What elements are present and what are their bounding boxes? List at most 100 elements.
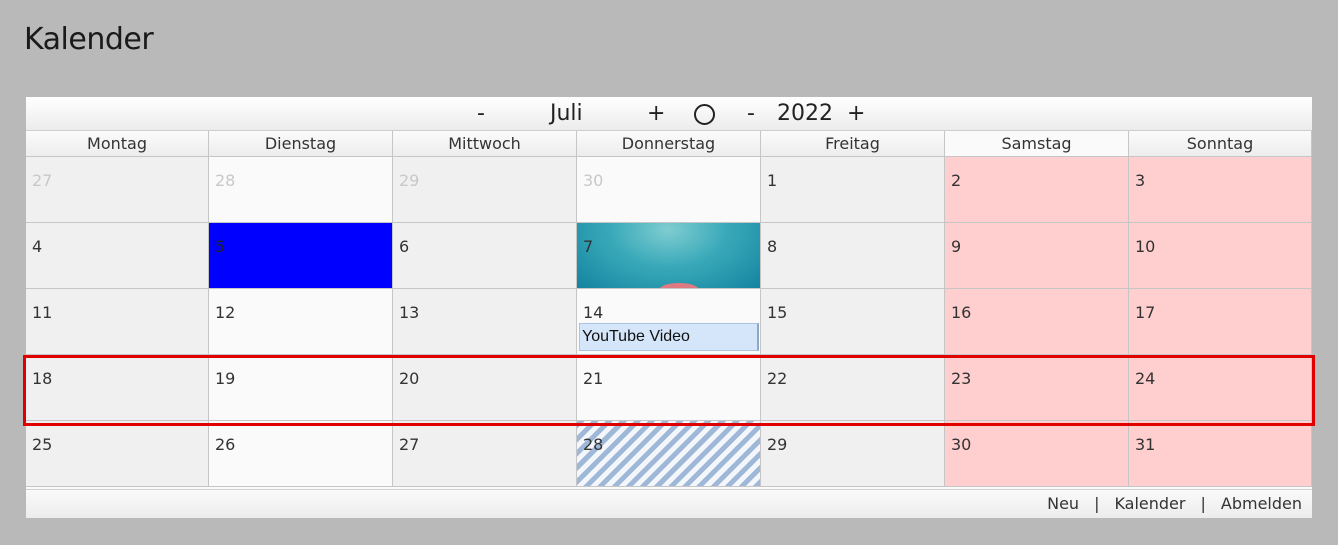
day-cell[interactable]: 8 [761, 223, 945, 288]
day-cell[interactable]: 14 YouTube Video [577, 289, 761, 354]
day-cell-weekend[interactable]: 17 [1129, 289, 1312, 354]
day-cell-other-month[interactable]: 28 [209, 157, 393, 222]
calendar-link[interactable]: Kalender [1114, 494, 1185, 513]
day-cell[interactable]: 25 [26, 421, 209, 486]
new-link[interactable]: Neu [1047, 494, 1079, 513]
day-cell[interactable]: 20 [393, 355, 577, 420]
day-number: 6 [399, 237, 410, 256]
day-cell-weekend[interactable]: 2 [945, 157, 1129, 222]
day-cell-weekend[interactable]: 10 [1129, 223, 1312, 288]
day-number: 30 [583, 171, 604, 190]
day-cell-other-month[interactable]: 30 [577, 157, 761, 222]
day-number: 13 [399, 303, 420, 322]
day-number: 16 [951, 303, 972, 322]
day-number: 17 [1135, 303, 1156, 322]
day-number: 8 [767, 237, 778, 256]
day-cell-blue[interactable]: 5 [209, 223, 393, 288]
calendar: - Juli + - 2022 + Montag Dienstag Mittwo… [26, 97, 1312, 518]
day-number: 22 [767, 369, 788, 388]
calendar-event[interactable]: YouTube Video [579, 323, 759, 351]
day-cell[interactable]: 29 [761, 421, 945, 486]
footer-separator: | [1094, 494, 1100, 513]
day-cell-weekend[interactable]: 31 [1129, 421, 1312, 486]
day-number: 7 [583, 237, 594, 256]
day-number: 15 [767, 303, 788, 322]
day-number: 24 [1135, 369, 1156, 388]
current-year: 2022 [777, 101, 833, 126]
month-year-navigation: - Juli + - 2022 + [26, 97, 1312, 131]
calendar-footer: Neu | Kalender | Abmelden [26, 489, 1312, 518]
day-number: 3 [1135, 171, 1146, 190]
day-number: 29 [767, 435, 788, 454]
weekday-tuesday: Dienstag [209, 131, 393, 157]
day-number: 9 [951, 237, 962, 256]
next-year-button[interactable]: + [847, 101, 865, 127]
weekday-wednesday: Mittwoch [393, 131, 577, 157]
circle-icon[interactable] [694, 104, 715, 125]
day-number: 21 [583, 369, 604, 388]
calendar-week: 27 28 29 30 1 2 3 [26, 157, 1312, 223]
calendar-week: 25 26 27 28 29 30 31 [26, 421, 1312, 487]
day-number: 12 [215, 303, 236, 322]
heart-image [659, 283, 699, 288]
day-cell[interactable]: 26 [209, 421, 393, 486]
weekday-sunday: Sonntag [1129, 131, 1312, 157]
weekday-friday: Freitag [761, 131, 945, 157]
day-number: 10 [1135, 237, 1156, 256]
next-month-button[interactable]: + [647, 101, 665, 127]
day-number: 27 [399, 435, 420, 454]
day-cell[interactable]: 19 [209, 355, 393, 420]
day-number: 29 [399, 171, 420, 190]
day-cell[interactable]: 1 [761, 157, 945, 222]
day-cell[interactable]: 4 [26, 223, 209, 288]
day-cell[interactable]: 21 [577, 355, 761, 420]
day-number: 28 [215, 171, 236, 190]
current-month: Juli [550, 101, 583, 126]
day-cell-weekend[interactable]: 23 [945, 355, 1129, 420]
day-cell[interactable]: 18 [26, 355, 209, 420]
day-cell[interactable]: 12 [209, 289, 393, 354]
weekday-thursday: Donnerstag [577, 131, 761, 157]
day-number: 25 [32, 435, 53, 454]
weekday-monday: Montag [26, 131, 209, 157]
calendar-week: 18 19 20 21 22 23 24 [26, 355, 1312, 421]
day-cell-other-month[interactable]: 27 [26, 157, 209, 222]
calendar-week: 11 12 13 14 YouTube Video 15 16 17 [26, 289, 1312, 355]
calendar-week: 4 5 6 7 8 9 10 [26, 223, 1312, 289]
day-number: 18 [32, 369, 53, 388]
day-cell[interactable]: 6 [393, 223, 577, 288]
day-cell-weekend[interactable]: 24 [1129, 355, 1312, 420]
previous-month-button[interactable]: - [477, 101, 485, 127]
day-cell[interactable]: 27 [393, 421, 577, 486]
day-cell[interactable]: 11 [26, 289, 209, 354]
day-number: 19 [215, 369, 236, 388]
footer-separator: | [1200, 494, 1206, 513]
day-cell-striped[interactable]: 28 [577, 421, 761, 486]
day-number: 27 [32, 171, 53, 190]
calendar-grid: 27 28 29 30 1 2 3 4 5 6 7 8 9 10 11 12 1… [26, 157, 1312, 487]
day-number: 4 [32, 237, 43, 256]
day-cell-weekend[interactable]: 16 [945, 289, 1129, 354]
day-number: 28 [583, 435, 604, 454]
day-cell-image[interactable]: 7 [577, 223, 761, 288]
day-number: 26 [215, 435, 236, 454]
day-cell-weekend[interactable]: 3 [1129, 157, 1312, 222]
weekday-header: Montag Dienstag Mittwoch Donnerstag Frei… [26, 131, 1312, 157]
day-number: 5 [215, 237, 226, 256]
day-number: 20 [399, 369, 420, 388]
page-title: Kalender [24, 22, 154, 57]
day-cell-other-month[interactable]: 29 [393, 157, 577, 222]
day-cell[interactable]: 22 [761, 355, 945, 420]
day-cell-weekend[interactable]: 9 [945, 223, 1129, 288]
day-cell[interactable]: 13 [393, 289, 577, 354]
day-cell[interactable]: 15 [761, 289, 945, 354]
day-number: 31 [1135, 435, 1156, 454]
day-number: 11 [32, 303, 53, 322]
day-number: 23 [951, 369, 972, 388]
day-number: 1 [767, 171, 778, 190]
day-number: 2 [951, 171, 962, 190]
logout-link[interactable]: Abmelden [1221, 494, 1302, 513]
weekday-saturday: Samstag [945, 131, 1129, 157]
day-cell-weekend[interactable]: 30 [945, 421, 1129, 486]
previous-year-button[interactable]: - [747, 101, 755, 127]
